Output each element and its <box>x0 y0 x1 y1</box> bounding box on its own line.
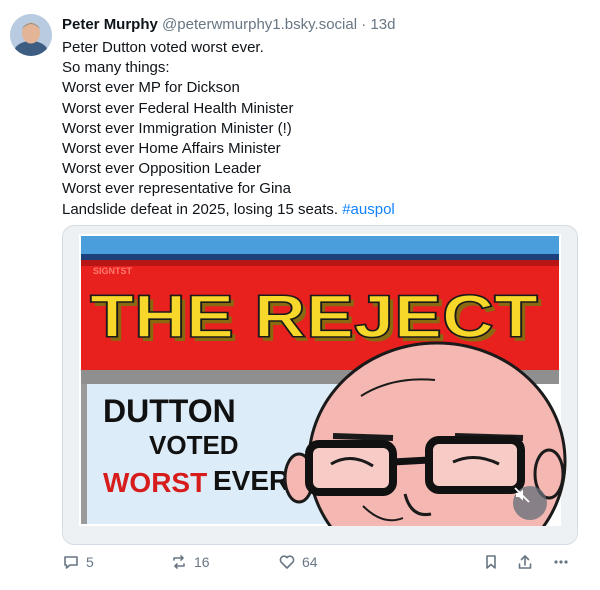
author-handle[interactable]: @peterwmurphy1.bsky.social <box>162 16 357 33</box>
post-line-text: Landslide defeat in 2025, losing 15 seat… <box>62 200 339 218</box>
post-line: Worst ever Home Affairs Minister <box>62 140 281 158</box>
post-card[interactable]: Peter Murphy @peterwmurphy1.bsky.social … <box>0 0 600 590</box>
heart-icon <box>279 555 295 569</box>
post-header: Peter Murphy @peterwmurphy1.bsky.social … <box>62 16 395 33</box>
repost-count: 16 <box>194 554 210 570</box>
share-button[interactable] <box>516 553 534 571</box>
repost-button[interactable]: 16 <box>170 553 210 571</box>
sign-line-dutton: DUTTON <box>103 393 236 429</box>
post-time[interactable]: 13d <box>370 16 395 33</box>
post-actions: 5 16 64 <box>62 553 576 575</box>
sign-line-voted: VOTED <box>149 430 239 460</box>
author-avatar[interactable] <box>10 14 52 56</box>
author-name[interactable]: Peter Murphy <box>62 16 158 33</box>
reply-icon <box>64 556 78 569</box>
post-text: Peter Dutton voted worst ever. So many t… <box>62 38 395 220</box>
post-line: Peter Dutton voted worst ever. <box>62 39 264 56</box>
repost-icon <box>173 555 185 569</box>
post-line: Worst ever Federal Health Minister <box>62 99 294 117</box>
reply-button[interactable]: 5 <box>62 553 94 571</box>
reply-count: 5 <box>86 554 94 570</box>
share-icon <box>518 555 532 569</box>
post-line: Worst ever Immigration Minister (!) <box>62 119 292 137</box>
like-button[interactable]: 64 <box>278 553 318 571</box>
mute-button[interactable] <box>513 486 547 520</box>
cartoon-image: SIGNTST THE REJECT THE REJECT DUTTON VOT… <box>63 226 577 544</box>
banner-title: THE REJECT <box>90 283 538 350</box>
sign-word-ever: EVER <box>213 465 289 496</box>
like-count: 64 <box>302 554 318 570</box>
speaker-muted-icon <box>514 487 530 503</box>
video-embed[interactable]: SIGNTST THE REJECT THE REJECT DUTTON VOT… <box>62 225 578 545</box>
more-options-button[interactable] <box>552 553 570 571</box>
post-line: So many things: <box>62 59 170 77</box>
post-last-line: Landslide defeat in 2025, losing 15 seat… <box>62 200 395 220</box>
post-line: Worst ever Opposition Leader <box>62 160 261 178</box>
more-dots-icon <box>554 560 568 564</box>
post-line: Worst ever representative for Gina <box>62 180 291 198</box>
watermark-text: SIGNTST <box>93 266 133 276</box>
hashtag-link[interactable]: #auspol <box>342 201 395 218</box>
sign-word-worst: WORST <box>103 467 207 498</box>
bookmark-button[interactable] <box>482 553 500 571</box>
bookmark-icon <box>486 555 496 569</box>
separator-dot: · <box>361 16 367 33</box>
post-line: Worst ever MP for Dickson <box>62 79 240 97</box>
